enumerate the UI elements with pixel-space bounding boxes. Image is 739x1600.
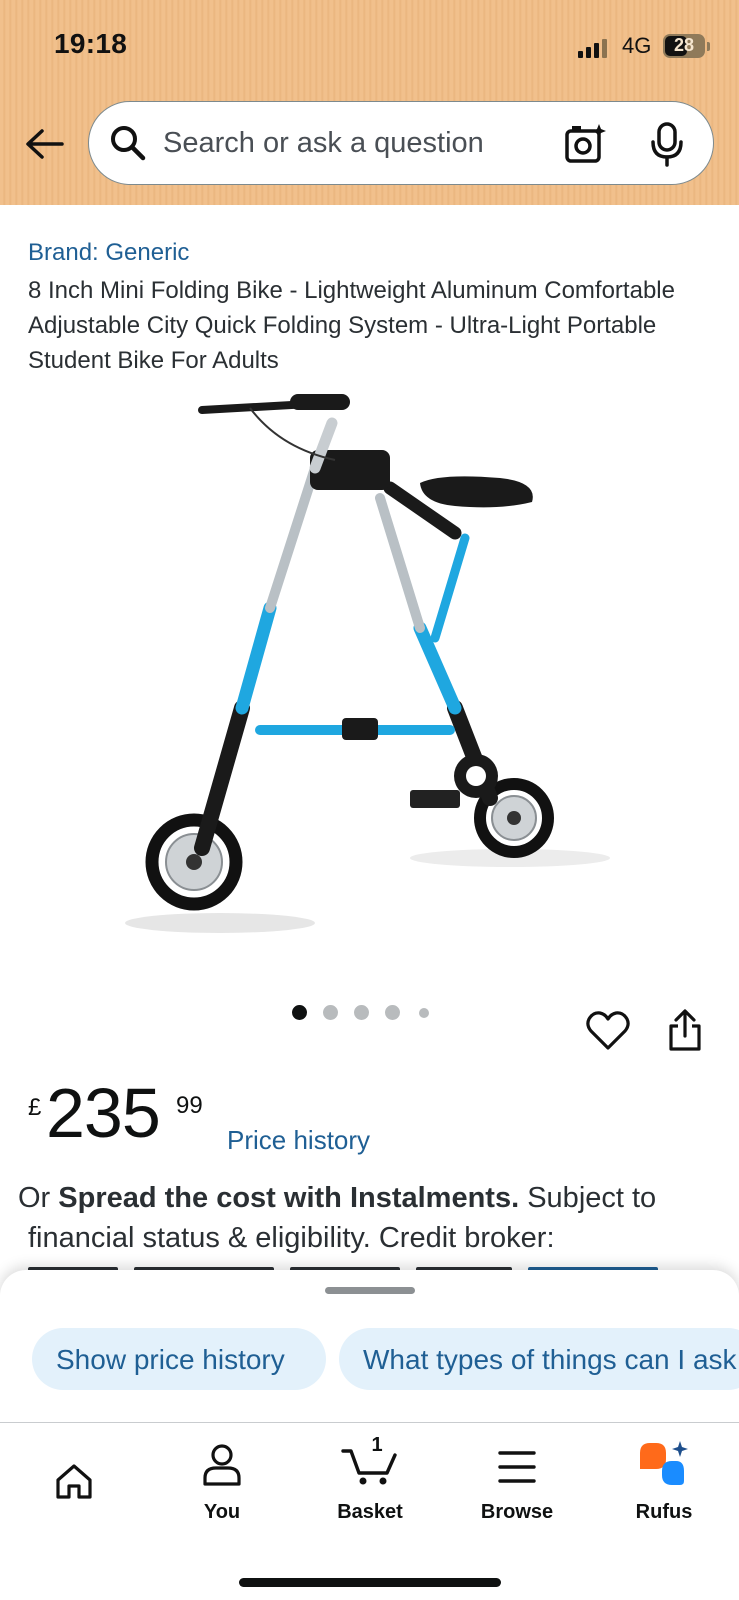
folding-bike-image[interactable]: [110, 378, 630, 958]
back-button[interactable]: [22, 124, 66, 168]
bottom-tab-bar: You 1 Basket Browse Rufus: [0, 1422, 739, 1600]
suggestion-chip-price-history[interactable]: Show price history: [32, 1328, 326, 1390]
battery-level: 28: [673, 35, 695, 55]
status-time: 19:18: [54, 28, 128, 59]
instalments-link[interactable]: Spread the cost with Instalments.: [58, 1182, 519, 1214]
product-title: 8 Inch Mini Folding Bike - Lightweight A…: [28, 277, 675, 374]
rufus-icon: [640, 1441, 688, 1485]
signal-icon: [578, 38, 610, 58]
chip-label: What types of things can I ask: [363, 1344, 737, 1375]
menu-icon: [498, 1451, 536, 1483]
app-header: 19:18 4G 28 Search or ask a question: [0, 0, 739, 205]
tab-you[interactable]: You: [162, 1433, 282, 1533]
price-fraction: 99: [176, 1092, 203, 1119]
instalments-info: Or Spread the cost with Instalments. Sub…: [18, 1178, 730, 1258]
sheet-drag-handle[interactable]: [325, 1287, 415, 1294]
battery-tip: [707, 42, 710, 51]
brand-link[interactable]: Brand: Generic: [28, 239, 189, 267]
price-whole: 235: [46, 1074, 161, 1152]
home-indicator[interactable]: [239, 1578, 501, 1587]
carousel-dot[interactable]: [292, 1005, 307, 1020]
tab-basket[interactable]: 1 Basket: [310, 1433, 430, 1533]
arrow-left-icon: [26, 129, 64, 159]
person-icon: [203, 1444, 241, 1486]
instalments-suffix: Subject to: [519, 1182, 657, 1214]
instalments-prefix: Or: [18, 1182, 59, 1214]
carousel-dot[interactable]: [323, 1005, 338, 1020]
tab-browse[interactable]: Browse: [457, 1433, 577, 1533]
heart-icon[interactable]: [586, 1010, 630, 1052]
instalments-line2: financial status & eligibility. Credit b…: [28, 1222, 555, 1254]
search-input[interactable]: Search or ask a question: [163, 127, 484, 160]
search-icon: [111, 126, 146, 161]
tab-label: Browse: [480, 1501, 554, 1523]
carousel-dot[interactable]: [354, 1005, 369, 1020]
clipped-text-line: [28, 1262, 688, 1270]
basket-icon: [341, 1449, 397, 1485]
network-type: 4G: [622, 33, 652, 58]
camera-search-icon[interactable]: [563, 122, 607, 166]
rufus-bottom-sheet: Show price history What types of things …: [0, 1270, 739, 1430]
share-icon[interactable]: [666, 1008, 704, 1052]
chip-label: Show price history: [56, 1344, 285, 1375]
tab-label: Basket: [337, 1501, 403, 1523]
tab-rufus[interactable]: Rufus: [604, 1433, 724, 1533]
battery-icon: 28: [663, 34, 705, 58]
carousel-dot[interactable]: [385, 1005, 400, 1020]
suggestion-chip-what-to-ask[interactable]: What types of things can I ask: [339, 1328, 739, 1390]
search-bar[interactable]: Search or ask a question: [88, 101, 714, 185]
image-carousel-dots[interactable]: [292, 1003, 442, 1023]
carousel-dot[interactable]: [419, 1008, 429, 1018]
tab-label: You: [203, 1501, 241, 1523]
price-history-link[interactable]: Price history: [227, 1125, 370, 1156]
microphone-icon[interactable]: [647, 121, 687, 167]
tab-home[interactable]: [14, 1433, 134, 1533]
tab-label: Rufus: [635, 1501, 693, 1523]
home-icon: [56, 1464, 92, 1499]
product-price: £ 235 99: [28, 1078, 228, 1158]
status-bar: 19:18 4G 28: [0, 0, 739, 92]
price-currency: £: [28, 1094, 42, 1121]
